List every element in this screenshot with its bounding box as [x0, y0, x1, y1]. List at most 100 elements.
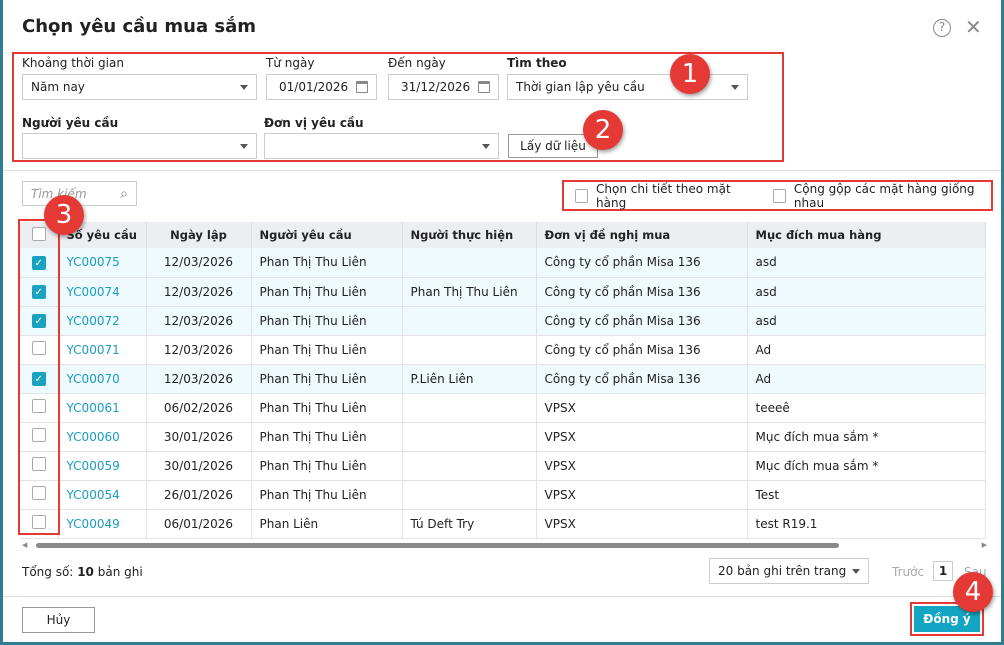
purpose-cell: Mục đích mua sắm *	[747, 422, 986, 452]
merge-items-label: Cộng gộp các mặt hàng giống nhau	[793, 181, 975, 210]
request-code-link[interactable]: YC00059	[58, 451, 147, 481]
dialog: Chọn yêu cầu mua sắm ? ✕ Khoảng thời gia…	[3, 0, 1001, 642]
from-label: Từ ngày	[266, 56, 315, 70]
date-cell: 12/03/2026	[146, 277, 252, 307]
to-label: Đến ngày	[388, 56, 446, 70]
divider	[3, 596, 1001, 597]
requester-select[interactable]	[22, 133, 257, 159]
table-row[interactable]: YC00059 30/01/2026 Phan Thị Thu Liên VPS…	[20, 451, 986, 481]
table-row[interactable]: ✓ YC00075 12/03/2026 Phan Thị Thu Liên C…	[20, 248, 986, 278]
purpose-cell: Test	[747, 480, 986, 510]
unit-cell: Công ty cổ phần Misa 136	[536, 277, 748, 307]
col-requester[interactable]: Người yêu cầu	[251, 222, 403, 248]
date-cell: 06/02/2026	[146, 393, 252, 423]
merge-items-checkbox[interactable]	[772, 188, 786, 203]
date-cell: 12/03/2026	[146, 248, 252, 278]
executor-cell	[402, 422, 537, 452]
chevron-down-icon	[852, 568, 860, 574]
col-executor[interactable]: Người thực hiện	[402, 222, 537, 248]
executor-cell: P.Liên Liên	[402, 364, 537, 394]
executor-cell	[402, 248, 537, 278]
step-badge-3: 3	[44, 195, 84, 235]
chevron-down-icon	[240, 84, 248, 90]
col-unit[interactable]: Đơn vị đề nghị mua	[536, 222, 748, 248]
unit-cell: Công ty cổ phần Misa 136	[536, 364, 748, 394]
chevron-down-icon	[240, 143, 248, 149]
page-size-select[interactable]: 20 bản ghi trên trang	[709, 558, 869, 584]
purpose-cell: test R19.1	[747, 509, 986, 539]
table-row[interactable]: YC00060 30/01/2026 Phan Thị Thu Liên VPS…	[20, 422, 986, 452]
chevron-down-icon	[482, 143, 490, 149]
request-code-link[interactable]: YC00049	[58, 509, 147, 539]
request-code-link[interactable]: YC00060	[58, 422, 147, 452]
col-date[interactable]: Ngày lập	[146, 222, 252, 248]
request-code-link[interactable]: YC00054	[58, 480, 147, 510]
unit-select[interactable]	[264, 133, 499, 159]
table-row[interactable]: ✓ YC00074 12/03/2026 Phan Thị Thu Liên P…	[20, 277, 986, 307]
request-code-link[interactable]: YC00072	[58, 306, 147, 336]
period-select[interactable]: Năm nay	[22, 74, 257, 100]
detail-by-item-label: Chọn chi tiết theo mặt hàng	[596, 181, 731, 210]
table-row[interactable]: ✓ YC00072 12/03/2026 Phan Thị Thu Liên C…	[20, 306, 986, 336]
unit-cell: VPSX	[536, 422, 748, 452]
requester-cell: Phan Thị Thu Liên	[251, 306, 403, 336]
purpose-cell: asd	[747, 306, 986, 336]
purpose-cell: asd	[747, 277, 986, 307]
table-row[interactable]: YC00049 06/01/2026 Phan Liên Tú Deft Try…	[20, 509, 986, 539]
purpose-cell: teeeê	[747, 393, 986, 423]
request-code-link[interactable]: YC00075	[58, 248, 147, 278]
purpose-cell: Ad	[747, 335, 986, 365]
date-cell: 30/01/2026	[146, 422, 252, 452]
unit-cell: VPSX	[536, 451, 748, 481]
requester-cell: Phan Thị Thu Liên	[251, 248, 403, 278]
requester-cell: Phan Liên	[251, 509, 403, 539]
date-cell: 12/03/2026	[146, 306, 252, 336]
step-badge-4: 4	[953, 572, 993, 612]
table-row[interactable]: ✓ YC00070 12/03/2026 Phan Thị Thu Liên P…	[20, 364, 986, 394]
total-count: Tổng số: 10 bản ghi	[22, 565, 143, 579]
executor-cell: Phan Thị Thu Liên	[402, 277, 537, 307]
search-by-label: Tìm theo	[507, 56, 567, 70]
detail-by-item-checkbox[interactable]	[575, 188, 589, 203]
executor-cell	[402, 480, 537, 510]
options-highlight: Chọn chi tiết theo mặt hàng Cộng gộp các…	[562, 180, 993, 211]
to-date-input[interactable]: 31/12/2026	[388, 74, 499, 100]
request-code-link[interactable]: YC00074	[58, 277, 147, 307]
from-date-input[interactable]: 01/01/2026	[266, 74, 377, 100]
date-cell: 12/03/2026	[146, 364, 252, 394]
current-page[interactable]: 1	[933, 561, 953, 581]
unit-label: Đơn vị yêu cầu	[264, 116, 364, 130]
requester-cell: Phan Thị Thu Liên	[251, 451, 403, 481]
search-by-select[interactable]: Thời gian lập yêu cầu	[507, 74, 748, 100]
calendar-icon[interactable]	[478, 81, 490, 93]
table-row[interactable]: YC00061 06/02/2026 Phan Thị Thu Liên VPS…	[20, 393, 986, 423]
divider	[3, 170, 1001, 171]
help-icon[interactable]: ?	[933, 19, 951, 37]
horizontal-scrollbar[interactable]: ◀ ▶	[22, 540, 987, 550]
requester-cell: Phan Thị Thu Liên	[251, 364, 403, 394]
prev-page-button[interactable]: Trước	[892, 565, 924, 579]
table-row[interactable]: YC00071 12/03/2026 Phan Thị Thu Liên Côn…	[20, 335, 986, 365]
request-code-link[interactable]: YC00071	[58, 335, 147, 365]
cancel-button[interactable]: Hủy	[22, 607, 95, 633]
requester-label: Người yêu cầu	[22, 116, 119, 130]
date-cell: 26/01/2026	[146, 480, 252, 510]
executor-cell	[402, 393, 537, 423]
scrollbar-thumb[interactable]	[36, 543, 839, 548]
table-row[interactable]: YC00054 26/01/2026 Phan Thị Thu Liên VPS…	[20, 480, 986, 510]
request-code-link[interactable]: YC00070	[58, 364, 147, 394]
executor-cell	[402, 335, 537, 365]
unit-cell: Công ty cổ phần Misa 136	[536, 248, 748, 278]
checkbox-column-highlight	[18, 219, 60, 535]
unit-cell: Công ty cổ phần Misa 136	[536, 306, 748, 336]
col-purpose[interactable]: Mục đích mua hàng	[747, 222, 986, 248]
executor-cell	[402, 451, 537, 481]
date-cell: 06/01/2026	[146, 509, 252, 539]
step-badge-1: 1	[670, 54, 710, 94]
executor-cell: Tú Deft Try	[402, 509, 537, 539]
period-value: Năm nay	[31, 80, 85, 94]
close-icon[interactable]: ✕	[965, 15, 982, 39]
calendar-icon[interactable]	[356, 81, 368, 93]
request-code-link[interactable]: YC00061	[58, 393, 147, 423]
to-value: 31/12/2026	[401, 80, 471, 94]
